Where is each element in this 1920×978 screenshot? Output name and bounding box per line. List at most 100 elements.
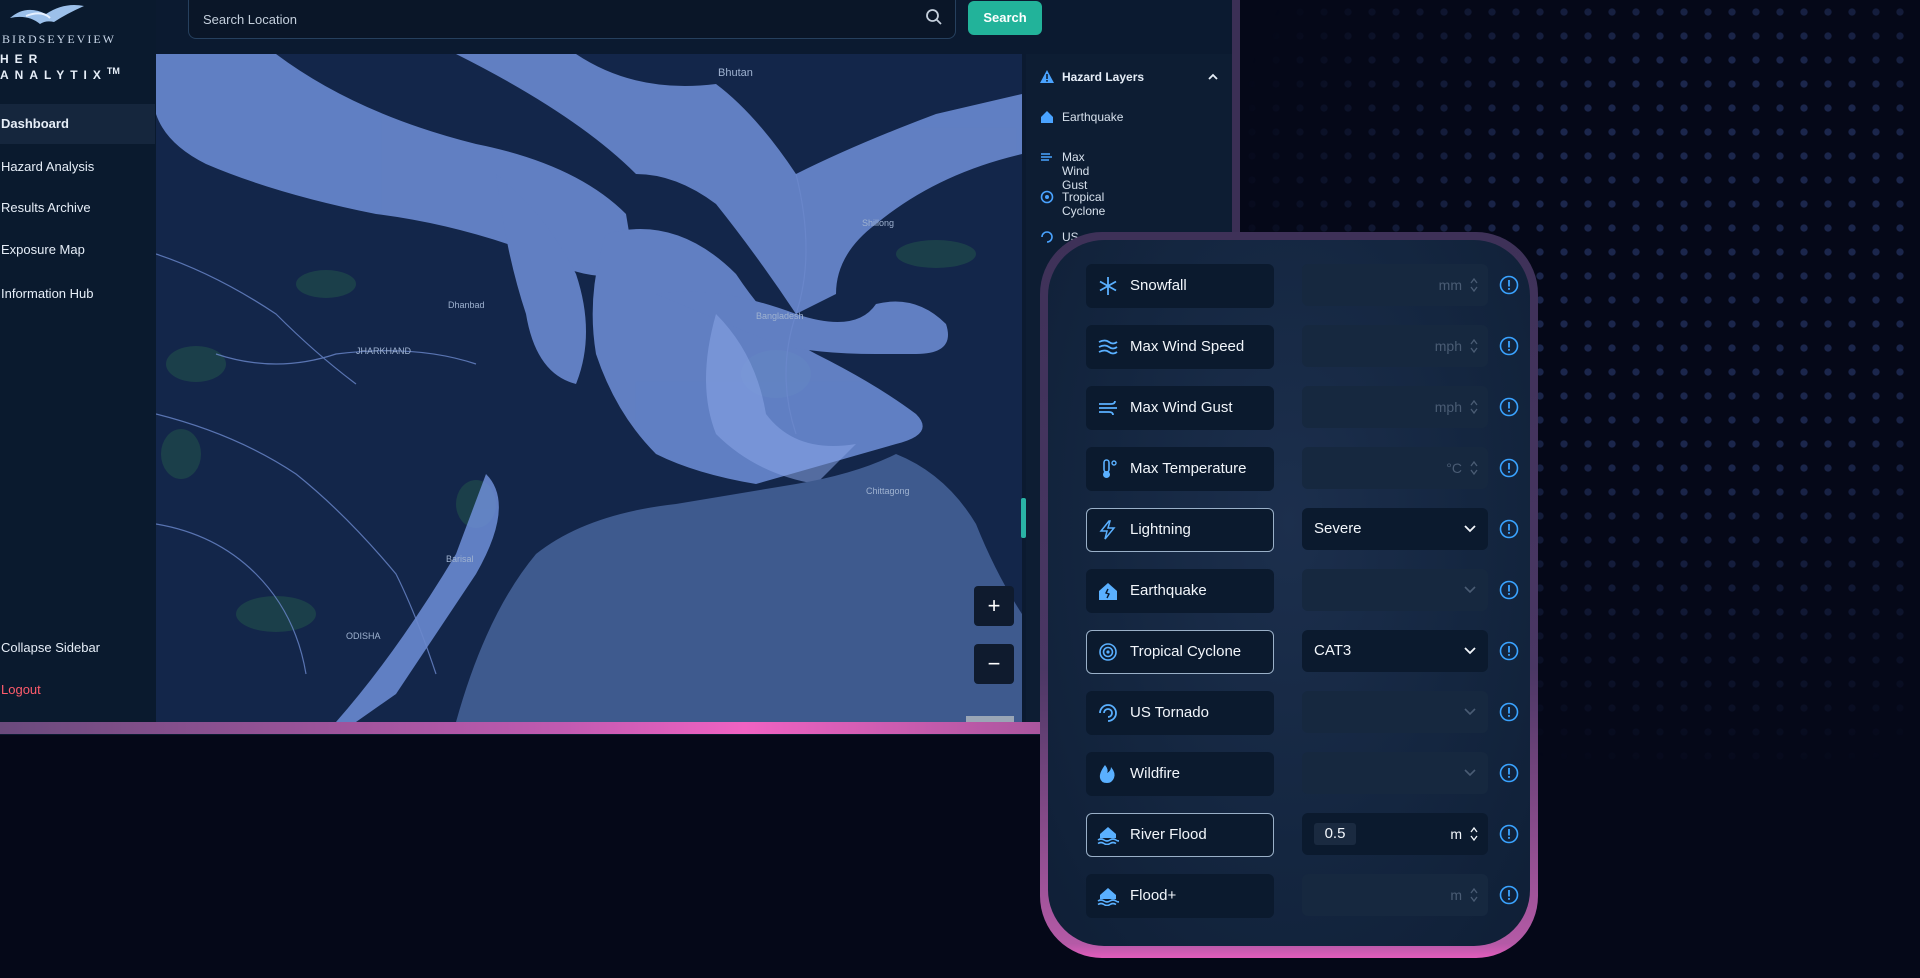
- collapse-sidebar-button[interactable]: Collapse Sidebar: [0, 628, 155, 668]
- info-icon[interactable]: [1499, 641, 1519, 661]
- hazard-row-wildfire: Wildfire: [1086, 752, 1519, 796]
- hazard-toggle-max-wind-speed[interactable]: Max Wind Speed: [1086, 325, 1274, 369]
- cyclone-icon: [1099, 643, 1117, 661]
- info-icon[interactable]: [1499, 519, 1519, 539]
- tornado-icon: [1099, 704, 1117, 722]
- unit-label: mm: [1438, 277, 1462, 293]
- bird-logo-icon: [10, 5, 84, 24]
- search-bar: [188, 0, 956, 39]
- max-wind-gust-number-input[interactable]: mph: [1302, 386, 1488, 428]
- earthquake-select[interactable]: [1302, 569, 1488, 611]
- sidebar: BIRDSEYEVIEW HER ANALYTIXTM Dashboard Ha…: [0, 0, 156, 722]
- info-icon[interactable]: [1499, 702, 1519, 722]
- chevron-down-icon: [1464, 586, 1476, 594]
- info-icon[interactable]: [1499, 275, 1519, 295]
- spinner-icon[interactable]: [1470, 459, 1478, 477]
- hazard-toggle-max-wind-gust[interactable]: Max Wind Gust: [1086, 386, 1274, 430]
- search-button[interactable]: Search: [968, 1, 1042, 35]
- wind-gust-icon: [1041, 153, 1052, 161]
- hazard-toggle-us-tornado[interactable]: US Tornado: [1086, 691, 1274, 735]
- lightning-select[interactable]: Severe: [1302, 508, 1488, 550]
- nav-hazard-analysis[interactable]: Hazard Analysis: [0, 147, 155, 187]
- hazard-label: Lightning: [1130, 521, 1191, 538]
- info-icon[interactable]: [1499, 885, 1519, 905]
- map-canvas: Bhutan Dhanbad JHARKHAND ODISHA Barisal …: [156, 54, 1022, 722]
- hazard-row-max-wind-gust: Max Wind Gust mph: [1086, 386, 1519, 430]
- info-icon[interactable]: [1499, 763, 1519, 783]
- hazard-toggle-tropical-cyclone[interactable]: Tropical Cyclone: [1086, 630, 1274, 674]
- select-value: Severe: [1314, 520, 1362, 537]
- fire-icon: [1099, 765, 1115, 783]
- hazard-row-max-wind-speed: Max Wind Speed mph: [1086, 325, 1519, 369]
- hazard-toggle-max-temperature[interactable]: Max Temperature: [1086, 447, 1274, 491]
- wildfire-select[interactable]: [1302, 752, 1488, 794]
- spinner-icon[interactable]: [1470, 886, 1478, 904]
- brand-subtitle: HER ANALYTIXTM: [0, 52, 120, 82]
- hazard-label: Max Wind Gust: [1130, 399, 1233, 416]
- map-label: Bangladesh: [756, 311, 804, 321]
- search-icon[interactable]: [925, 8, 943, 26]
- chevron-down-icon: [1464, 708, 1476, 716]
- info-icon[interactable]: [1499, 824, 1519, 844]
- window-edge: [1232, 0, 1240, 240]
- flood-map[interactable]: Bhutan Dhanbad JHARKHAND ODISHA Barisal …: [156, 54, 1022, 722]
- chevron-up-icon[interactable]: [1206, 70, 1220, 84]
- hazard-toggle-flood-plus[interactable]: Flood+: [1086, 874, 1274, 918]
- zoom-out-button[interactable]: −: [974, 644, 1014, 684]
- zoom-in-button[interactable]: +: [974, 586, 1014, 626]
- spinner-icon[interactable]: [1470, 825, 1478, 843]
- hazard-toggle-river-flood[interactable]: River Flood: [1086, 813, 1274, 857]
- layer-item-label: Max Wind Gust: [1062, 150, 1090, 192]
- search-input[interactable]: [201, 4, 905, 34]
- river-flood-number-input[interactable]: 0.5 m: [1302, 813, 1488, 855]
- chevron-down-icon: [1464, 647, 1476, 655]
- hazard-settings-card: Snowfall mm Max Wind Speed mph Max Wind …: [1048, 240, 1530, 946]
- map-label: Shillong: [862, 218, 894, 228]
- hazard-row-earthquake: Earthquake: [1086, 569, 1519, 613]
- max-temperature-number-input[interactable]: °C: [1302, 447, 1488, 489]
- hazard-layers-header[interactable]: Hazard Layers: [1040, 64, 1220, 92]
- hazard-toggle-snowfall[interactable]: Snowfall: [1086, 264, 1274, 308]
- info-icon[interactable]: [1499, 580, 1519, 600]
- map-label: JHARKHAND: [356, 346, 412, 356]
- spinner-icon[interactable]: [1470, 398, 1478, 416]
- hazard-label: Max Temperature: [1130, 460, 1247, 477]
- hazard-row-snowfall: Snowfall mm: [1086, 264, 1519, 308]
- logout-button[interactable]: Logout: [0, 670, 155, 710]
- chevron-down-icon: [1464, 769, 1476, 777]
- nav-information-hub[interactable]: Information Hub: [0, 274, 155, 314]
- nav-results-archive[interactable]: Results Archive: [0, 188, 155, 228]
- select-value: CAT3: [1314, 642, 1352, 659]
- info-icon[interactable]: [1499, 458, 1519, 478]
- snowfall-number-input[interactable]: mm: [1302, 264, 1488, 306]
- hazard-label: Snowfall: [1130, 277, 1187, 294]
- house-quake-icon: [1099, 583, 1117, 600]
- nav-exposure-map[interactable]: Exposure Map: [0, 230, 155, 270]
- tropical-cyclone-select[interactable]: CAT3: [1302, 630, 1488, 672]
- spinner-icon[interactable]: [1470, 337, 1478, 355]
- input-value[interactable]: 0.5: [1314, 823, 1356, 845]
- hazard-toggle-wildfire[interactable]: Wildfire: [1086, 752, 1274, 796]
- map-label: Dhanbad: [448, 300, 485, 310]
- max-wind-speed-number-input[interactable]: mph: [1302, 325, 1488, 367]
- hazard-toggle-lightning[interactable]: Lightning: [1086, 508, 1274, 552]
- house-quake-icon: [1041, 111, 1053, 123]
- hazard-label: Wildfire: [1130, 765, 1181, 782]
- hazard-label: US Tornado: [1130, 704, 1209, 721]
- hazard-row-flood-plus: Flood+ m: [1086, 874, 1519, 918]
- hazard-label: Tropical Cyclone: [1130, 643, 1242, 660]
- hazard-label: River Flood: [1130, 826, 1207, 843]
- flood-plus-number-input[interactable]: m: [1302, 874, 1488, 916]
- map-label: Chittagong: [866, 486, 910, 496]
- unit-label: m: [1450, 887, 1462, 903]
- nav-dashboard[interactable]: Dashboard: [0, 104, 155, 144]
- layer-item-label: Earthquake: [1062, 110, 1124, 124]
- hazard-toggle-earthquake[interactable]: Earthquake: [1086, 569, 1274, 613]
- snowflake-icon: [1099, 277, 1117, 295]
- hazard-label: Earthquake: [1130, 582, 1207, 599]
- spinner-icon[interactable]: [1470, 276, 1478, 294]
- hazard-row-tropical-cyclone: Tropical Cyclone CAT3: [1086, 630, 1519, 674]
- info-icon[interactable]: [1499, 336, 1519, 356]
- info-icon[interactable]: [1499, 397, 1519, 417]
- us-tornado-select[interactable]: [1302, 691, 1488, 733]
